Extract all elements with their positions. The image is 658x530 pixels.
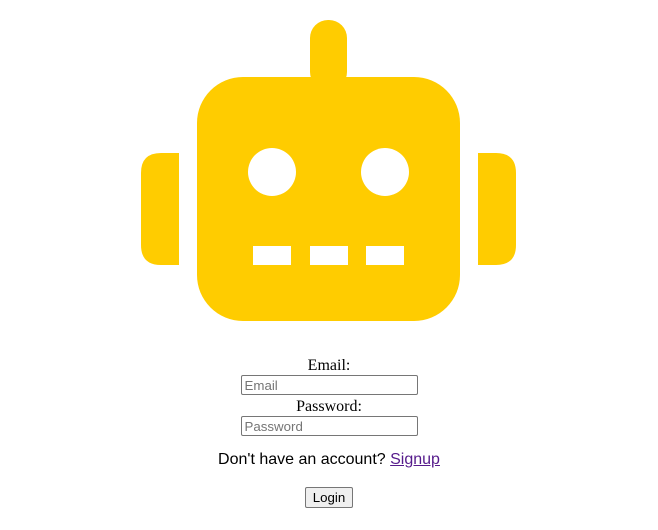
email-input[interactable] bbox=[240, 375, 418, 395]
robot-mouth-segment bbox=[253, 246, 291, 265]
signup-prompt-text: Don't have an account? bbox=[218, 451, 386, 468]
signup-prompt-line: Don't have an account? Signup bbox=[0, 450, 658, 470]
password-input[interactable] bbox=[240, 416, 418, 436]
robot-head bbox=[197, 77, 460, 321]
email-label: Email: bbox=[307, 357, 351, 374]
robot-mouth-segment bbox=[366, 246, 404, 265]
signup-link[interactable]: Signup bbox=[390, 451, 440, 468]
robot-logo-icon bbox=[141, 20, 516, 321]
password-label: Password: bbox=[296, 398, 362, 415]
login-button[interactable]: Login bbox=[304, 487, 354, 508]
login-button-wrap: Login bbox=[0, 487, 658, 508]
robot-left-ear bbox=[141, 153, 179, 265]
robot-right-eye bbox=[361, 148, 409, 196]
robot-left-eye bbox=[248, 148, 296, 196]
login-form: Email: Password: bbox=[0, 357, 658, 436]
robot-right-ear bbox=[478, 153, 516, 265]
robot-mouth-segment bbox=[310, 246, 348, 265]
